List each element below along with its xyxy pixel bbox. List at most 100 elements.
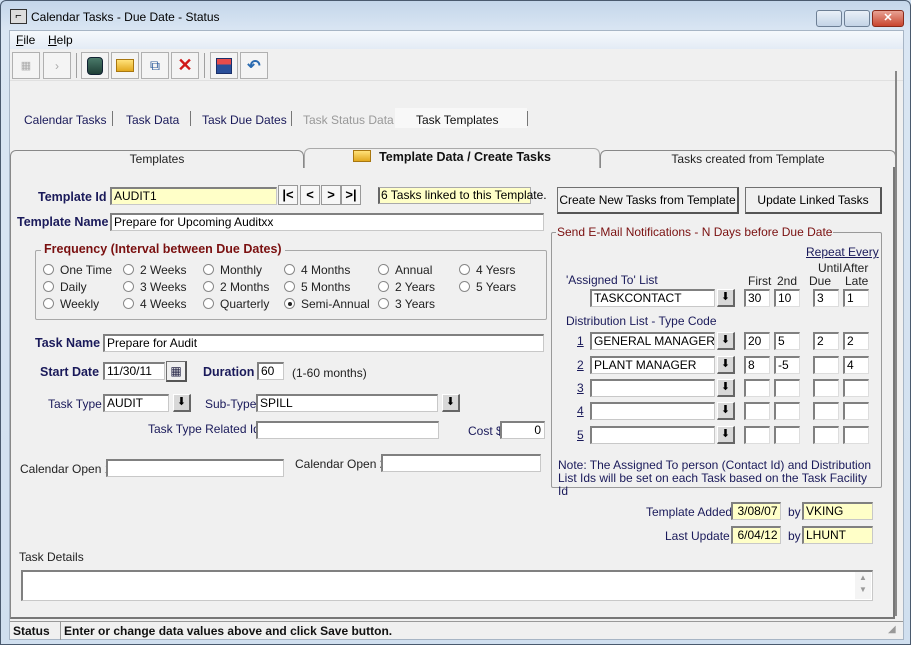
dist-first-input[interactable] — [744, 379, 770, 397]
assigned-after-late-input[interactable]: 1 — [843, 289, 869, 307]
tab-task-templates[interactable]: Task Templates — [416, 113, 498, 127]
related-id-input[interactable] — [256, 421, 439, 439]
frequency-option[interactable]: 2 Weeks — [123, 263, 186, 277]
calendar-open-1-input[interactable] — [106, 459, 284, 477]
radio-icon[interactable] — [123, 298, 134, 309]
radio-icon[interactable] — [378, 264, 389, 275]
task-details-textarea[interactable] — [21, 570, 873, 601]
frequency-option[interactable]: 2 Months — [203, 280, 269, 294]
radio-icon[interactable] — [203, 264, 214, 275]
assigned-to-dropdown[interactable]: ⬇ — [717, 289, 735, 307]
dist-row-number[interactable]: 5 — [577, 428, 584, 442]
dist-until-due-input[interactable] — [813, 402, 839, 420]
calendar-picker-button[interactable]: ▦ — [166, 361, 187, 382]
nav-last-button[interactable]: >| — [341, 185, 361, 205]
template-name-input[interactable]: Prepare for Upcoming Auditxx — [110, 213, 544, 231]
dist-type-dropdown[interactable]: ⬇ — [717, 332, 735, 350]
dist-type-input[interactable]: PLANT MANAGER — [590, 356, 715, 374]
frequency-option[interactable]: Annual — [378, 263, 432, 277]
dist-type-input[interactable] — [590, 426, 715, 444]
dist-second-input[interactable]: -5 — [774, 356, 800, 374]
close-button[interactable]: ✕ — [872, 10, 904, 27]
frequency-option[interactable]: 4 Months — [284, 263, 350, 277]
sub-type-input[interactable]: SPILL — [256, 394, 438, 412]
dist-after-late-input[interactable] — [843, 426, 869, 444]
database-add-button[interactable] — [81, 52, 109, 79]
radio-icon[interactable] — [43, 298, 54, 309]
radio-icon[interactable] — [43, 264, 54, 275]
copy-button[interactable]: ⧉ — [141, 52, 169, 79]
dist-first-input[interactable]: 20 — [744, 332, 770, 350]
dist-first-input[interactable] — [744, 426, 770, 444]
dist-until-due-input[interactable]: 2 — [813, 332, 839, 350]
subtab-tasks-created[interactable]: Tasks created from Template — [600, 150, 896, 168]
dist-type-input[interactable] — [590, 402, 715, 420]
radio-icon[interactable] — [123, 264, 134, 275]
dist-until-due-input[interactable] — [813, 379, 839, 397]
frequency-option[interactable]: 5 Months — [284, 280, 350, 294]
duration-input[interactable]: 60 — [257, 362, 284, 380]
dist-type-dropdown[interactable]: ⬇ — [717, 402, 735, 420]
dist-second-input[interactable]: 5 — [774, 332, 800, 350]
template-id-input[interactable]: AUDIT1 — [110, 187, 277, 205]
frequency-option[interactable]: Weekly — [43, 297, 99, 311]
radio-icon[interactable] — [459, 264, 470, 275]
radio-icon[interactable] — [203, 298, 214, 309]
dist-first-input[interactable]: 8 — [744, 356, 770, 374]
delete-button[interactable]: ✕ — [171, 52, 199, 79]
dist-until-due-input[interactable] — [813, 426, 839, 444]
undo-button[interactable]: ↶ — [240, 52, 268, 79]
dist-type-input[interactable]: GENERAL MANAGER — [590, 332, 715, 350]
frequency-option[interactable]: 4 Yesrs — [459, 263, 515, 277]
tab-task-due-dates[interactable]: Task Due Dates — [202, 113, 287, 127]
start-date-input[interactable]: 11/30/11 — [103, 362, 165, 380]
subtab-templates[interactable]: Templates — [10, 150, 304, 168]
dist-after-late-input[interactable]: 2 — [843, 332, 869, 350]
frequency-option[interactable]: 5 Years — [459, 280, 516, 294]
frequency-option[interactable]: One Time — [43, 263, 112, 277]
frequency-option[interactable]: Quarterly — [203, 297, 269, 311]
update-linked-tasks-button[interactable]: Update Linked Tasks — [745, 187, 882, 214]
minimize-button[interactable] — [816, 10, 842, 27]
menu-help[interactable]: Help — [48, 33, 73, 47]
dist-second-input[interactable] — [774, 426, 800, 444]
tab-task-data[interactable]: Task Data — [126, 113, 179, 127]
dist-second-input[interactable] — [774, 402, 800, 420]
radio-icon[interactable] — [203, 281, 214, 292]
tab-calendar-tasks[interactable]: Calendar Tasks — [24, 113, 107, 127]
create-tasks-button[interactable]: Create New Tasks from Template — [557, 187, 739, 214]
dist-after-late-input[interactable] — [843, 402, 869, 420]
open-button[interactable] — [111, 52, 139, 79]
calendar-open-2-input[interactable] — [381, 454, 541, 472]
dist-row-number[interactable]: 4 — [577, 404, 584, 418]
nav-first-button[interactable]: |< — [278, 185, 298, 205]
frequency-option[interactable]: Monthly — [203, 263, 262, 277]
maximize-button[interactable] — [844, 10, 870, 27]
radio-icon[interactable] — [378, 298, 389, 309]
dist-row-number[interactable]: 3 — [577, 381, 584, 395]
resize-grip-icon[interactable]: ◢ — [888, 624, 896, 635]
nav-prev-button[interactable]: < — [300, 185, 320, 205]
assigned-to-input[interactable]: TASKCONTACT — [590, 289, 715, 307]
dist-type-dropdown[interactable]: ⬇ — [717, 356, 735, 374]
dist-type-input[interactable] — [590, 379, 715, 397]
radio-icon[interactable] — [284, 298, 295, 309]
dist-row-number[interactable]: 2 — [577, 358, 584, 372]
menu-file[interactable]: File — [16, 33, 35, 47]
task-type-input[interactable]: AUDIT — [103, 394, 169, 412]
frequency-option[interactable]: Daily — [43, 280, 87, 294]
radio-icon[interactable] — [123, 281, 134, 292]
radio-icon[interactable] — [284, 264, 295, 275]
frequency-option[interactable]: 4 Weeks — [123, 297, 186, 311]
radio-icon[interactable] — [43, 281, 54, 292]
frequency-option[interactable]: Semi-Annual — [284, 297, 370, 311]
dist-until-due-input[interactable] — [813, 356, 839, 374]
assigned-second-input[interactable]: 10 — [774, 289, 800, 307]
cost-input[interactable]: 0 — [500, 421, 545, 439]
frequency-option[interactable]: 3 Years — [378, 297, 435, 311]
assigned-first-input[interactable]: 30 — [744, 289, 770, 307]
cursor-button[interactable]: › — [43, 52, 71, 79]
subtab-template-data[interactable]: Template Data / Create Tasks — [304, 148, 600, 168]
radio-icon[interactable] — [284, 281, 295, 292]
save-button[interactable] — [210, 52, 238, 79]
